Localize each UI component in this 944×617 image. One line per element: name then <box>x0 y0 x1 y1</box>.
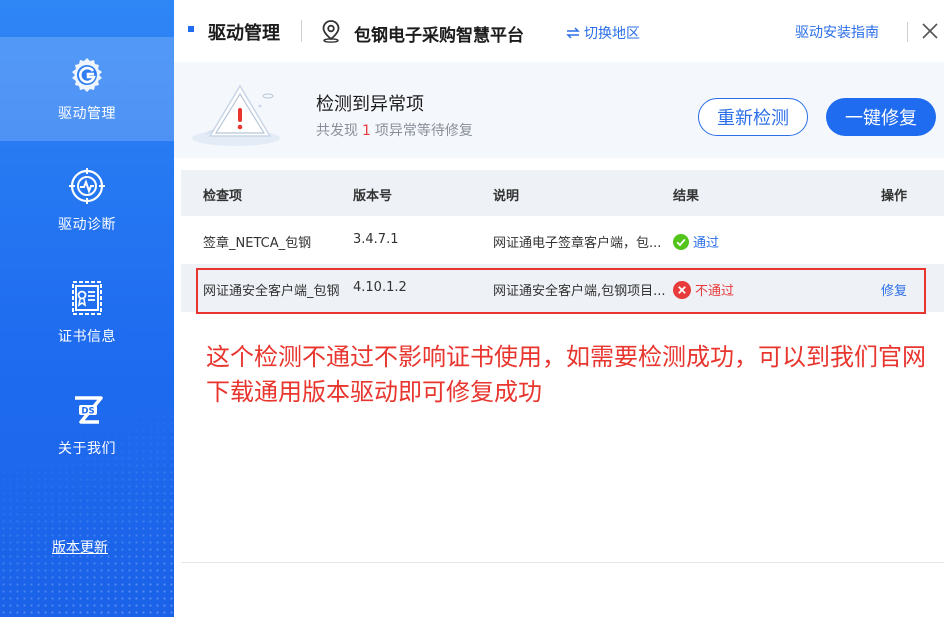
status-heading: 检测到异常项 <box>316 94 424 115</box>
cell-result: 通过 <box>673 232 719 251</box>
ds-logo-icon: DS <box>67 390 107 430</box>
warning-icon <box>188 76 288 148</box>
summary-prefix: 共发现 <box>316 123 358 139</box>
column-header: 结果 <box>673 189 700 204</box>
summary-suffix: 项异常等待修复 <box>374 123 473 139</box>
status-summary: 共发现 1 项异常等待修复 <box>316 120 473 140</box>
header-divider <box>907 22 908 42</box>
cell-item: 签章_NETCA_包钢 <box>203 236 312 251</box>
cell-description: 网证通电子签章客户端，包... <box>493 236 662 251</box>
title-marker <box>188 26 194 32</box>
column-header: 说明 <box>493 189 520 204</box>
page-title: 驱动管理 <box>208 23 280 44</box>
annotation-note: 这个检测不通过不影响证书使用，如需要检测成功，可以到我们官网下载通用版本驱动即可… <box>206 343 926 406</box>
install-guide-link[interactable]: 驱动安装指南 <box>795 22 879 42</box>
platform-name: 包钢电子采购智慧平台 <box>354 26 524 46</box>
gear-g-icon <box>67 55 107 95</box>
sidebar-item-label: 驱动管理 <box>58 106 116 122</box>
result-text: 通过 <box>693 236 720 251</box>
header: 驱动管理 包钢电子采购智慧平台 切换地区 驱动安装指南 <box>174 0 944 62</box>
sidebar: 驱动管理 驱动诊断 证书信息 DS 关于我们 版本更新 <box>0 0 174 617</box>
sidebar-item-certificate-info[interactable]: 证书信息 <box>0 260 174 364</box>
table-header: 检查项 版本号 说明 结果 操作 <box>181 170 944 216</box>
column-header: 检查项 <box>203 189 243 204</box>
switch-region-link[interactable]: 切换地区 <box>566 23 640 43</box>
app-window: 驱动管理 驱动诊断 证书信息 DS 关于我们 版本更新 驱动管理 包钢电子采购智… <box>0 0 944 617</box>
recheck-button[interactable]: 重新检测 <box>698 98 808 136</box>
column-header: 操作 <box>881 189 908 204</box>
sidebar-item-driver-diagnosis[interactable]: 驱动诊断 <box>0 148 174 252</box>
cell-version: 3.4.7.1 <box>353 232 399 247</box>
certificate-icon <box>67 278 107 318</box>
divider <box>181 562 944 563</box>
status-banner: 检测到异常项 共发现 1 项异常等待修复 重新检测 一键修复 <box>174 62 944 158</box>
table-row: 签章_NETCA_包钢 3.4.7.1 网证通电子签章客户端，包... 通过 <box>181 216 944 264</box>
header-divider <box>301 20 302 42</box>
check-circle-icon <box>673 233 689 250</box>
diagnosis-icon <box>67 166 107 206</box>
sidebar-item-label: 驱动诊断 <box>58 217 116 233</box>
swap-icon <box>566 27 580 39</box>
issue-count: 1 <box>362 123 371 139</box>
version-update-link[interactable]: 版本更新 <box>52 537 108 557</box>
sidebar-item-label: 证书信息 <box>58 329 116 345</box>
location-pin-icon <box>320 19 342 43</box>
sidebar-item-about-us[interactable]: DS 关于我们 <box>0 372 174 476</box>
close-icon[interactable] <box>919 20 941 42</box>
column-header: 版本号 <box>353 189 393 204</box>
fix-all-button[interactable]: 一键修复 <box>826 98 936 136</box>
switch-region-label: 切换地区 <box>584 26 640 42</box>
sidebar-item-label: 关于我们 <box>58 441 116 457</box>
sidebar-item-driver-management[interactable]: 驱动管理 <box>0 37 174 141</box>
annotation-highlight-box <box>196 268 926 314</box>
svg-text:DS: DS <box>81 407 94 417</box>
